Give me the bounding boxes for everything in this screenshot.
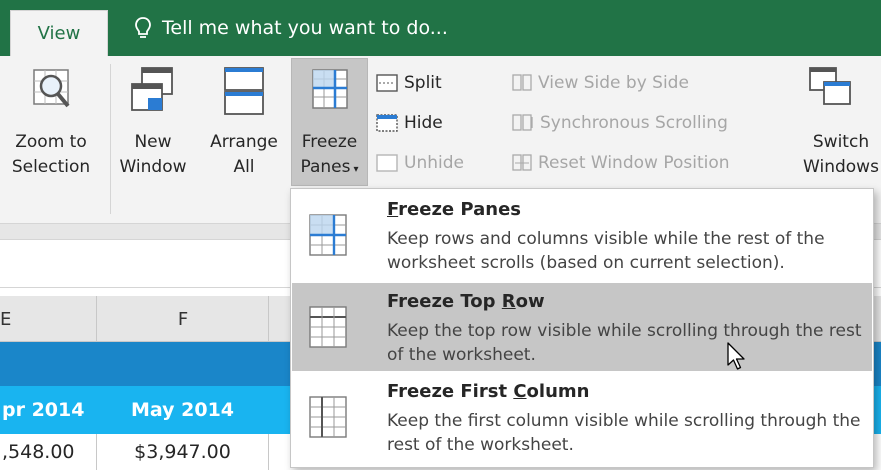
view-side-by-side-label: View Side by Side — [538, 73, 689, 93]
new-window-label-2: Window — [119, 157, 187, 177]
ribbon-tab-bar: View Tell me what you want to do... — [0, 0, 881, 56]
lightbulb-icon — [135, 17, 151, 38]
value-cell[interactable]: $3,947.00 — [97, 434, 268, 470]
freeze-panes-label-1: Freeze — [301, 132, 358, 152]
new-window-label-1: New — [134, 132, 172, 152]
menu-item-title: Freeze Top Row — [387, 291, 545, 312]
group-separator — [110, 64, 111, 214]
menu-item-description: Keep rows and columns visible while the … — [387, 229, 825, 273]
tell-me-text: Tell me what you want to do... — [162, 17, 448, 39]
split-button[interactable]: Split — [376, 68, 442, 98]
tab-view[interactable]: View — [10, 10, 108, 56]
unhide-label: Unhide — [404, 153, 464, 173]
arrange-all-button[interactable]: Arrange All — [204, 60, 284, 180]
tell-me-search[interactable]: Tell me what you want to do... — [134, 12, 448, 44]
view-side-by-side-icon — [512, 74, 532, 91]
hide-button[interactable]: Hide — [376, 108, 443, 138]
freeze-panes-menu: Freeze Panes Keep rows and columns visib… — [290, 188, 874, 468]
synchronous-scrolling-button[interactable]: Synchronous Scrolling — [512, 108, 728, 138]
new-window-button[interactable]: New Window — [118, 60, 188, 180]
reset-window-position-icon — [512, 154, 532, 171]
freeze-panes-icon — [309, 214, 347, 256]
menu-item-description: Keep the top row visible while scrolling… — [387, 321, 862, 365]
view-side-by-side-button[interactable]: View Side by Side — [512, 68, 689, 98]
synchronous-scrolling-icon — [512, 114, 533, 131]
synchronous-scrolling-label: Synchronous Scrolling — [540, 113, 728, 133]
hide-label: Hide — [404, 113, 443, 133]
zoom-to-selection-label-1: Zoom to — [15, 132, 87, 152]
split-label: Split — [404, 73, 442, 93]
arrange-all-label-2: All — [233, 157, 255, 177]
new-window-icon — [131, 67, 173, 111]
mouse-cursor-icon — [727, 342, 745, 370]
month-header-cell[interactable]: pr 2014 — [0, 386, 96, 434]
menu-item-freeze-panes[interactable]: Freeze Panes Keep rows and columns visib… — [292, 191, 872, 279]
menu-item-freeze-top-row[interactable]: Freeze Top Row Keep the top row visible … — [292, 283, 872, 371]
switch-windows-button[interactable]: Switch Windows — [796, 60, 881, 180]
menu-item-title: Freeze Panes — [387, 199, 521, 220]
unhide-icon — [376, 154, 398, 172]
chevron-down-icon: ▾ — [353, 164, 359, 175]
zoom-to-selection-button[interactable]: Zoom to Selection — [2, 60, 100, 180]
arrange-all-icon — [224, 67, 264, 115]
month-header-cell[interactable]: May 2014 — [97, 386, 268, 434]
zoom-to-selection-label-2: Selection — [11, 157, 91, 177]
arrange-all-label-1: Arrange — [210, 132, 278, 152]
zoom-to-selection-icon — [33, 69, 70, 108]
freeze-panes-button[interactable]: Freeze Panes ▾ — [291, 60, 368, 182]
menu-item-description: Keep the first column visible while scro… — [387, 411, 861, 455]
hide-icon — [376, 114, 398, 132]
freeze-first-column-icon — [309, 396, 347, 438]
reset-window-position-button[interactable]: Reset Window Position — [512, 148, 730, 178]
switch-windows-label-2: Windows — [803, 157, 879, 177]
menu-item-freeze-first-column[interactable]: Freeze First Column Keep the first colum… — [292, 373, 872, 461]
split-icon — [376, 74, 398, 92]
column-header-f[interactable]: F — [97, 296, 269, 342]
switch-windows-label-1: Switch — [812, 132, 870, 152]
freeze-top-row-icon — [309, 306, 347, 348]
reset-window-position-label: Reset Window Position — [538, 153, 730, 173]
menu-item-title: Freeze First Column — [387, 381, 590, 402]
column-header-e[interactable]: E — [0, 296, 12, 342]
freeze-panes-label-text: Panes — [300, 157, 351, 177]
unhide-button[interactable]: Unhide — [376, 148, 464, 178]
freeze-panes-icon — [311, 69, 348, 109]
value-cell[interactable]: ,548.00 — [0, 434, 96, 470]
freeze-panes-label-2: Panes ▾ — [291, 155, 368, 182]
switch-windows-icon — [809, 67, 851, 105]
